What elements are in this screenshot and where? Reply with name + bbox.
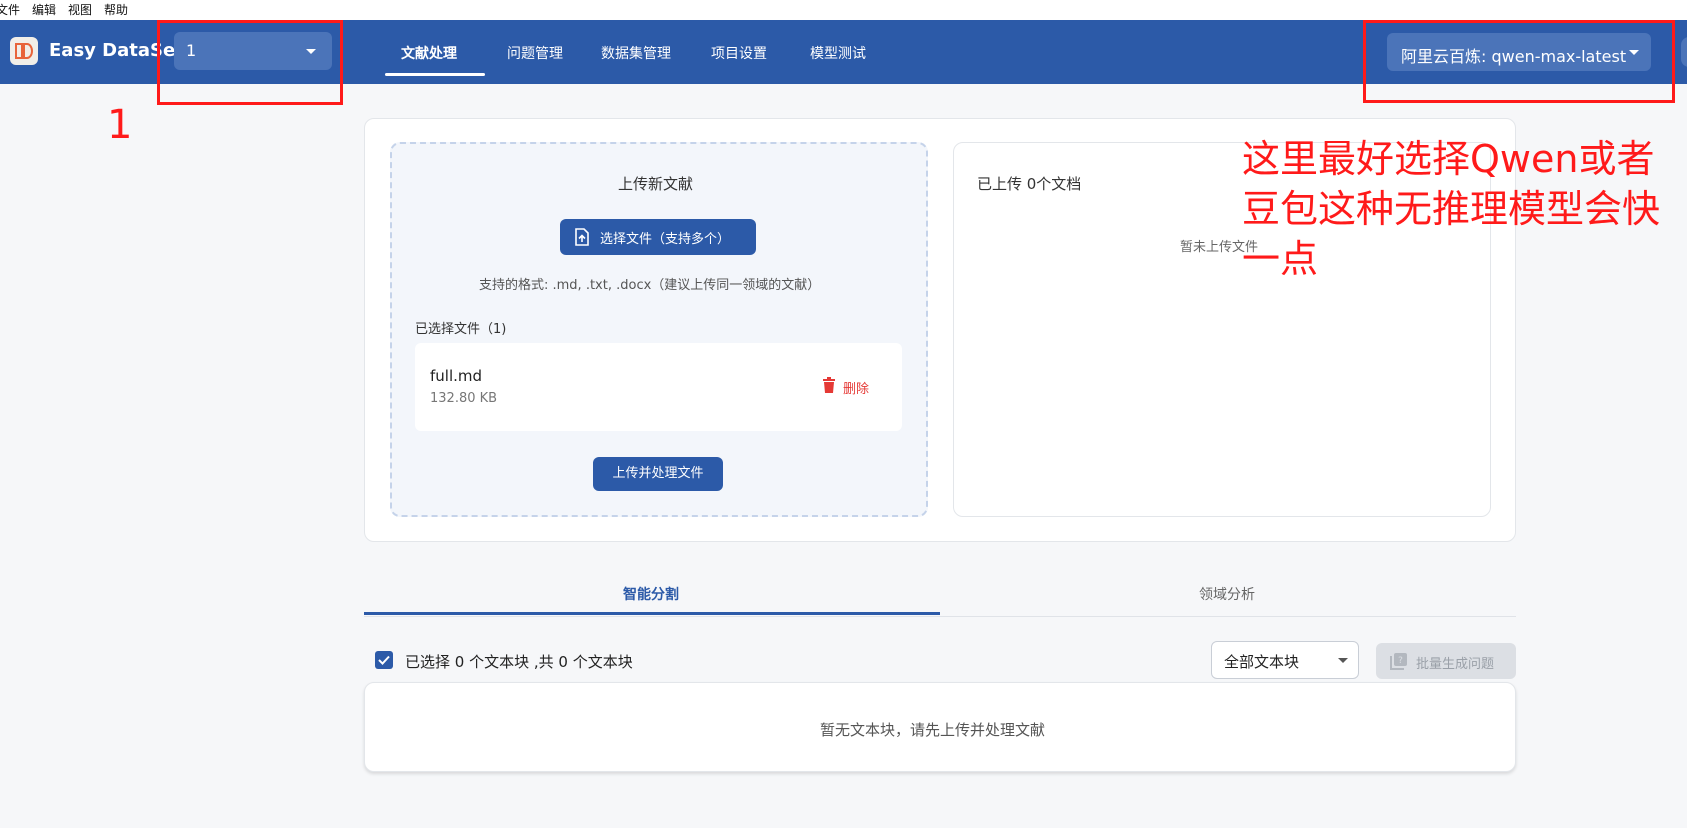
tab-datasets[interactable]: 数据集管理 [601, 43, 671, 63]
section-tabs: 智能分割 领域分析 [364, 574, 1516, 617]
file-name: full.md [430, 367, 483, 385]
menu-file[interactable]: 文件 [0, 0, 20, 20]
annotation-number-1: 1 [107, 102, 133, 148]
tab-literature[interactable]: 文献处理 [401, 43, 457, 63]
active-tab-indicator [385, 73, 485, 76]
menu-view[interactable]: 视图 [68, 0, 92, 20]
tab-domain-analysis[interactable]: 领域分析 [1199, 584, 1255, 604]
selected-file-item: full.md 132.80 KB 删除 [415, 343, 902, 431]
choose-files-button[interactable]: 选择文件（支持多个） [560, 219, 756, 255]
app-logo-icon [10, 37, 38, 65]
upload-process-button[interactable]: 上传并处理文件 [593, 457, 723, 491]
question-batch-icon: ? [1390, 653, 1407, 670]
check-icon [378, 655, 390, 665]
selected-files-label: 已选择文件（1) [415, 322, 507, 337]
menu-help[interactable]: 帮助 [104, 0, 128, 20]
tab-questions[interactable]: 问题管理 [507, 43, 563, 63]
annotation-note: 这里最好选择Qwen或者豆包这种无推理模型会快一点 [1242, 137, 1661, 281]
chunk-filter-value: 全部文本块 [1224, 653, 1300, 671]
menu-edit[interactable]: 编辑 [32, 0, 56, 20]
tab-smart-split[interactable]: 智能分割 [623, 584, 679, 604]
chunk-filter-select[interactable]: 全部文本块 [1211, 641, 1359, 679]
uploaded-count: 已上传 0个文档 [977, 175, 1082, 193]
svg-text:?: ? [1398, 656, 1403, 666]
trash-icon [823, 377, 835, 393]
tab-model-test[interactable]: 模型测试 [810, 43, 866, 63]
chevron-down-icon [1338, 658, 1348, 663]
file-upload-icon [575, 228, 589, 246]
section-tab-indicator [364, 612, 940, 615]
chunk-selection-count: 已选择 0 个文本块 ,共 0 个文本块 [405, 653, 633, 671]
batch-generate-questions-button[interactable]: ? 批量生成问题 [1376, 643, 1516, 679]
delete-label: 删除 [843, 382, 870, 397]
file-size: 132.80 KB [430, 391, 498, 406]
menu-bar: 文件 编辑 视图 帮助 [0, 0, 1687, 20]
select-all-checkbox[interactable] [375, 651, 393, 669]
toolbar-edge-button[interactable] [1681, 37, 1687, 67]
supported-formats: 支持的格式: .md, .txt, .docx（建议上传同一领域的文献） [479, 278, 821, 293]
chunks-empty-text: 暂无文本块，请先上传并处理文献 [820, 721, 1046, 739]
choose-files-label: 选择文件（支持多个） [600, 232, 731, 247]
upload-title: 上传新文献 [618, 175, 694, 193]
annotation-box-model [1363, 20, 1675, 103]
tab-project-settings[interactable]: 项目设置 [711, 43, 767, 63]
batch-generate-label: 批量生成问题 [1416, 657, 1495, 672]
annotation-box-project [157, 20, 343, 105]
chunks-empty-state: 暂无文本块，请先上传并处理文献 [364, 682, 1516, 772]
